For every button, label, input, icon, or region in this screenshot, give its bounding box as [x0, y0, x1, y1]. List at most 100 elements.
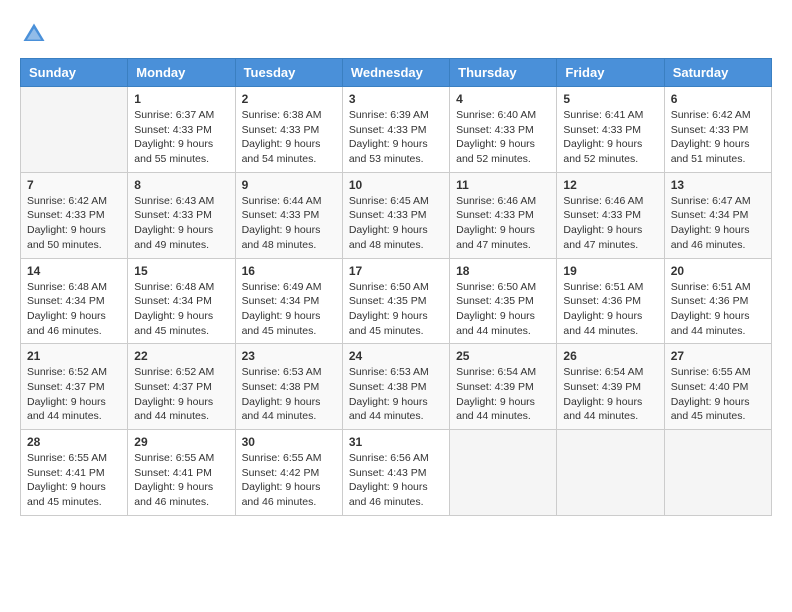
daylight: Daylight: 9 hours and 46 minutes. [671, 224, 750, 251]
sunrise: Sunrise: 6:52 AM [27, 366, 107, 378]
day-info: Sunrise: 6:50 AM Sunset: 4:35 PM Dayligh… [456, 280, 550, 339]
day-number: 29 [134, 435, 228, 449]
day-info: Sunrise: 6:54 AM Sunset: 4:39 PM Dayligh… [563, 365, 657, 424]
day-info: Sunrise: 6:53 AM Sunset: 4:38 PM Dayligh… [242, 365, 336, 424]
logo-icon [20, 20, 48, 48]
day-number: 4 [456, 92, 550, 106]
day-info: Sunrise: 6:56 AM Sunset: 4:43 PM Dayligh… [349, 451, 443, 510]
sunset: Sunset: 4:33 PM [134, 124, 212, 136]
sunset: Sunset: 4:34 PM [27, 295, 105, 307]
day-number: 25 [456, 349, 550, 363]
calendar-day-cell [450, 430, 557, 516]
calendar-day-cell: 1 Sunrise: 6:37 AM Sunset: 4:33 PM Dayli… [128, 87, 235, 173]
day-number: 9 [242, 178, 336, 192]
calendar-week-row: 14 Sunrise: 6:48 AM Sunset: 4:34 PM Dayl… [21, 258, 772, 344]
day-info: Sunrise: 6:44 AM Sunset: 4:33 PM Dayligh… [242, 194, 336, 253]
sunset: Sunset: 4:33 PM [242, 209, 320, 221]
calendar-day-cell: 25 Sunrise: 6:54 AM Sunset: 4:39 PM Dayl… [450, 344, 557, 430]
sunrise: Sunrise: 6:55 AM [242, 452, 322, 464]
calendar-day-cell [557, 430, 664, 516]
daylight: Daylight: 9 hours and 55 minutes. [134, 138, 213, 165]
day-number: 17 [349, 264, 443, 278]
daylight: Daylight: 9 hours and 52 minutes. [456, 138, 535, 165]
day-of-week-header: Friday [557, 59, 664, 87]
sunrise: Sunrise: 6:43 AM [134, 195, 214, 207]
calendar-table: SundayMondayTuesdayWednesdayThursdayFrid… [20, 58, 772, 516]
sunset: Sunset: 4:33 PM [456, 209, 534, 221]
sunset: Sunset: 4:36 PM [563, 295, 641, 307]
calendar-day-cell: 14 Sunrise: 6:48 AM Sunset: 4:34 PM Dayl… [21, 258, 128, 344]
sunrise: Sunrise: 6:50 AM [456, 281, 536, 293]
day-info: Sunrise: 6:39 AM Sunset: 4:33 PM Dayligh… [349, 108, 443, 167]
day-info: Sunrise: 6:52 AM Sunset: 4:37 PM Dayligh… [134, 365, 228, 424]
calendar-day-cell: 8 Sunrise: 6:43 AM Sunset: 4:33 PM Dayli… [128, 172, 235, 258]
calendar-day-cell: 7 Sunrise: 6:42 AM Sunset: 4:33 PM Dayli… [21, 172, 128, 258]
sunset: Sunset: 4:33 PM [671, 124, 749, 136]
day-info: Sunrise: 6:38 AM Sunset: 4:33 PM Dayligh… [242, 108, 336, 167]
day-info: Sunrise: 6:47 AM Sunset: 4:34 PM Dayligh… [671, 194, 765, 253]
sunrise: Sunrise: 6:55 AM [134, 452, 214, 464]
sunset: Sunset: 4:42 PM [242, 467, 320, 479]
sunset: Sunset: 4:33 PM [349, 209, 427, 221]
daylight: Daylight: 9 hours and 45 minutes. [349, 310, 428, 337]
daylight: Daylight: 9 hours and 51 minutes. [671, 138, 750, 165]
daylight: Daylight: 9 hours and 46 minutes. [349, 481, 428, 508]
day-number: 14 [27, 264, 121, 278]
sunrise: Sunrise: 6:56 AM [349, 452, 429, 464]
day-info: Sunrise: 6:42 AM Sunset: 4:33 PM Dayligh… [671, 108, 765, 167]
day-of-week-header: Saturday [664, 59, 771, 87]
day-number: 20 [671, 264, 765, 278]
calendar-day-cell: 11 Sunrise: 6:46 AM Sunset: 4:33 PM Dayl… [450, 172, 557, 258]
calendar-day-cell: 21 Sunrise: 6:52 AM Sunset: 4:37 PM Dayl… [21, 344, 128, 430]
sunrise: Sunrise: 6:51 AM [563, 281, 643, 293]
sunset: Sunset: 4:33 PM [27, 209, 105, 221]
daylight: Daylight: 9 hours and 44 minutes. [563, 310, 642, 337]
calendar-day-cell: 16 Sunrise: 6:49 AM Sunset: 4:34 PM Dayl… [235, 258, 342, 344]
calendar-day-cell: 19 Sunrise: 6:51 AM Sunset: 4:36 PM Dayl… [557, 258, 664, 344]
daylight: Daylight: 9 hours and 45 minutes. [242, 310, 321, 337]
sunrise: Sunrise: 6:49 AM [242, 281, 322, 293]
sunrise: Sunrise: 6:54 AM [563, 366, 643, 378]
daylight: Daylight: 9 hours and 45 minutes. [27, 481, 106, 508]
calendar-day-cell: 9 Sunrise: 6:44 AM Sunset: 4:33 PM Dayli… [235, 172, 342, 258]
sunrise: Sunrise: 6:46 AM [563, 195, 643, 207]
daylight: Daylight: 9 hours and 44 minutes. [134, 396, 213, 423]
daylight: Daylight: 9 hours and 47 minutes. [563, 224, 642, 251]
day-number: 13 [671, 178, 765, 192]
day-number: 11 [456, 178, 550, 192]
day-number: 24 [349, 349, 443, 363]
sunset: Sunset: 4:39 PM [456, 381, 534, 393]
calendar-day-cell: 18 Sunrise: 6:50 AM Sunset: 4:35 PM Dayl… [450, 258, 557, 344]
day-info: Sunrise: 6:43 AM Sunset: 4:33 PM Dayligh… [134, 194, 228, 253]
calendar-day-cell: 2 Sunrise: 6:38 AM Sunset: 4:33 PM Dayli… [235, 87, 342, 173]
sunset: Sunset: 4:33 PM [349, 124, 427, 136]
day-number: 30 [242, 435, 336, 449]
daylight: Daylight: 9 hours and 46 minutes. [27, 310, 106, 337]
calendar-week-row: 21 Sunrise: 6:52 AM Sunset: 4:37 PM Dayl… [21, 344, 772, 430]
day-number: 3 [349, 92, 443, 106]
sunset: Sunset: 4:34 PM [242, 295, 320, 307]
daylight: Daylight: 9 hours and 44 minutes. [563, 396, 642, 423]
calendar-day-cell: 30 Sunrise: 6:55 AM Sunset: 4:42 PM Dayl… [235, 430, 342, 516]
day-of-week-header: Wednesday [342, 59, 449, 87]
sunrise: Sunrise: 6:50 AM [349, 281, 429, 293]
sunset: Sunset: 4:37 PM [134, 381, 212, 393]
day-number: 12 [563, 178, 657, 192]
sunset: Sunset: 4:33 PM [563, 124, 641, 136]
sunset: Sunset: 4:36 PM [671, 295, 749, 307]
calendar-day-cell: 6 Sunrise: 6:42 AM Sunset: 4:33 PM Dayli… [664, 87, 771, 173]
day-info: Sunrise: 6:42 AM Sunset: 4:33 PM Dayligh… [27, 194, 121, 253]
calendar-day-cell: 22 Sunrise: 6:52 AM Sunset: 4:37 PM Dayl… [128, 344, 235, 430]
sunset: Sunset: 4:33 PM [242, 124, 320, 136]
sunset: Sunset: 4:34 PM [134, 295, 212, 307]
sunset: Sunset: 4:41 PM [134, 467, 212, 479]
day-number: 22 [134, 349, 228, 363]
day-info: Sunrise: 6:55 AM Sunset: 4:40 PM Dayligh… [671, 365, 765, 424]
calendar-day-cell: 4 Sunrise: 6:40 AM Sunset: 4:33 PM Dayli… [450, 87, 557, 173]
sunset: Sunset: 4:40 PM [671, 381, 749, 393]
sunset: Sunset: 4:41 PM [27, 467, 105, 479]
day-of-week-header: Tuesday [235, 59, 342, 87]
day-number: 8 [134, 178, 228, 192]
sunrise: Sunrise: 6:55 AM [27, 452, 107, 464]
day-of-week-header: Sunday [21, 59, 128, 87]
